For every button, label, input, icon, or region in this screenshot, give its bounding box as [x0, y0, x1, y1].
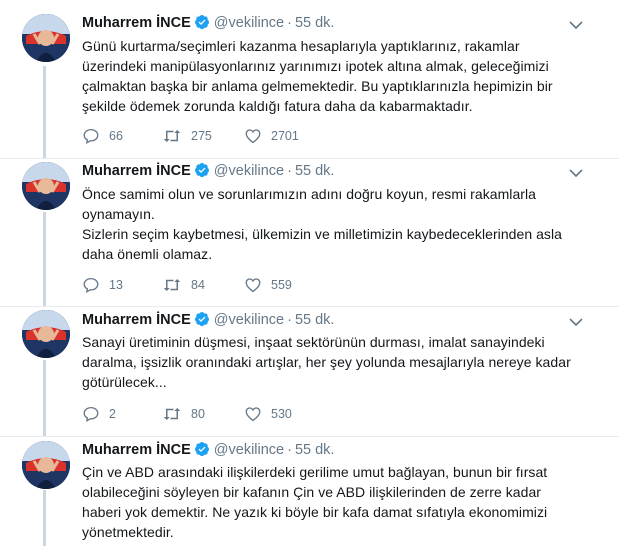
tweet-header: Muharrem İNCE @vekilince · 55 dk.: [82, 310, 334, 330]
tweet-paragraph: Önce samimi olun ve sorunlarımızın adını…: [82, 186, 537, 222]
separator-dot: ·: [287, 442, 292, 458]
tweet-header: Muharrem İNCE @vekilince · 55 dk.: [82, 440, 334, 460]
separator-dot: ·: [287, 312, 292, 328]
reply-count: 2: [109, 407, 116, 421]
verified-badge-icon: [194, 442, 209, 457]
divider: [0, 436, 619, 437]
reply-icon: [83, 128, 99, 145]
chevron-down-icon[interactable]: [569, 168, 583, 178]
tweet-text: Çin ve ABD arasındaki ilişkilerdeki geri…: [82, 462, 582, 542]
author-name[interactable]: Muharrem İNCE: [82, 442, 191, 458]
retweet-icon: [163, 408, 181, 420]
tweet-paragraph: Sanayi üretiminin düşmesi, inşaat sektör…: [82, 334, 571, 390]
heart-icon: [245, 407, 261, 422]
avatar[interactable]: [22, 441, 70, 489]
author-handle[interactable]: @vekilince: [214, 15, 284, 31]
tweet-text: Günü kurtarma/seçimleri kazanma hesaplar…: [82, 36, 582, 116]
reply-count: 66: [109, 129, 123, 143]
author-name[interactable]: Muharrem İNCE: [82, 15, 191, 31]
retweet-button[interactable]: 84: [162, 275, 205, 295]
tweet-header: Muharrem İNCE @vekilince · 55 dk.: [82, 161, 334, 181]
author-name[interactable]: Muharrem İNCE: [82, 163, 191, 179]
avatar[interactable]: [22, 14, 70, 62]
tweet-paragraph: Sizlerin seçim kaybetmesi, ülkemizin ve …: [82, 226, 562, 262]
profile-photo-icon: [22, 310, 70, 358]
like-count: 2701: [271, 129, 299, 143]
timestamp[interactable]: 55 dk.: [295, 15, 335, 31]
profile-photo-icon: [22, 441, 70, 489]
avatar[interactable]: [22, 162, 70, 210]
verified-badge-icon: [194, 312, 209, 327]
separator-dot: ·: [287, 163, 292, 179]
reply-icon: [83, 406, 99, 423]
chevron-down-icon[interactable]: [569, 317, 583, 327]
verified-badge-icon: [194, 15, 209, 30]
like-count: 530: [271, 407, 292, 421]
avatar[interactable]: [22, 310, 70, 358]
retweet-button[interactable]: 80: [162, 404, 205, 424]
thread-line: [43, 360, 46, 436]
like-button[interactable]: 559: [244, 275, 292, 295]
profile-photo-icon: [22, 162, 70, 210]
tweet-paragraph: Çin ve ABD arasındaki ilişkilerdeki geri…: [82, 464, 548, 540]
thread-line: [43, 212, 46, 306]
tweet-paragraph: Günü kurtarma/seçimleri kazanma hesaplar…: [82, 38, 553, 114]
profile-photo-icon: [22, 14, 70, 62]
retweet-count: 275: [191, 129, 212, 143]
thread-line: [43, 66, 46, 158]
thread-line: [43, 490, 46, 546]
retweet-button[interactable]: 275: [162, 126, 212, 146]
timestamp[interactable]: 55 dk.: [295, 442, 335, 458]
retweet-count: 80: [191, 407, 205, 421]
reply-count: 13: [109, 278, 123, 292]
verified-badge-icon: [194, 163, 209, 178]
reply-button[interactable]: 2: [82, 404, 116, 424]
tweet-text: Sanayi üretiminin düşmesi, inşaat sektör…: [82, 332, 582, 392]
reply-button[interactable]: 13: [82, 275, 123, 295]
heart-icon: [245, 278, 261, 293]
divider: [0, 306, 619, 307]
separator-dot: ·: [287, 15, 292, 31]
tweet-header: Muharrem İNCE @vekilince · 55 dk.: [82, 13, 334, 33]
like-button[interactable]: 530: [244, 404, 292, 424]
reply-icon: [83, 277, 99, 294]
retweet-count: 84: [191, 278, 205, 292]
timestamp[interactable]: 55 dk.: [295, 163, 335, 179]
reply-button[interactable]: 66: [82, 126, 123, 146]
chevron-down-icon[interactable]: [569, 20, 583, 30]
author-handle[interactable]: @vekilince: [214, 163, 284, 179]
retweet-icon: [163, 279, 181, 291]
author-name[interactable]: Muharrem İNCE: [82, 312, 191, 328]
tweet-text: Önce samimi olun ve sorunlarımızın adını…: [82, 184, 582, 264]
like-button[interactable]: 2701: [244, 126, 299, 146]
like-count: 559: [271, 278, 292, 292]
author-handle[interactable]: @vekilince: [214, 312, 284, 328]
divider: [0, 158, 619, 159]
timestamp[interactable]: 55 dk.: [295, 312, 335, 328]
retweet-icon: [163, 130, 181, 142]
heart-icon: [245, 129, 261, 144]
author-handle[interactable]: @vekilince: [214, 442, 284, 458]
